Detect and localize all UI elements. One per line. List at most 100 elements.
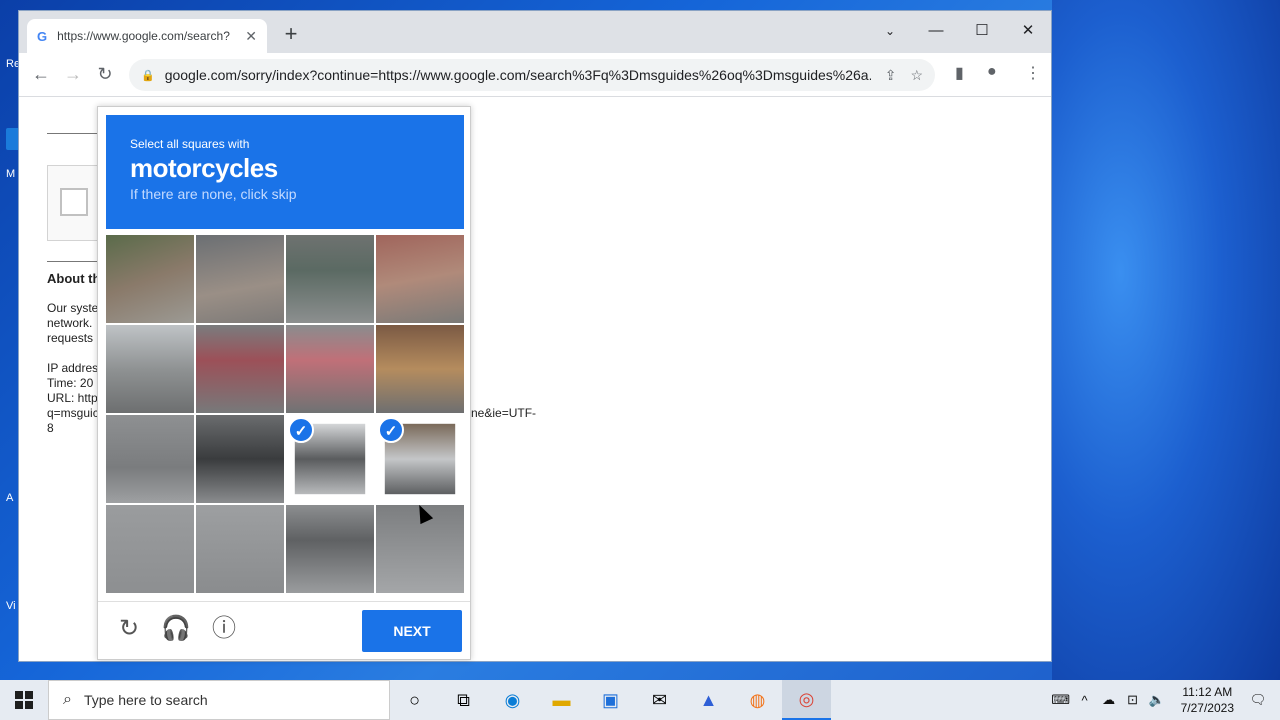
- close-tab-icon[interactable]: ✕: [245, 28, 257, 45]
- captcha-tile[interactable]: [196, 415, 284, 503]
- captcha-tile[interactable]: [286, 325, 374, 413]
- reload-challenge-icon[interactable]: ↻: [114, 614, 144, 644]
- side-panel-icon[interactable]: ▮: [955, 63, 964, 83]
- address-bar[interactable]: 🔒 google.com/sorry/index?continue=https:…: [129, 59, 935, 91]
- mail-icon[interactable]: ✉: [635, 680, 684, 720]
- image-grid: ✓ ✓: [106, 235, 464, 593]
- system-tray: ⌨ ^ ☁ ⊡ 🔈 11:12 AM 7/27/2023 🗨: [1049, 680, 1280, 720]
- desktop-label: Vi: [6, 600, 16, 612]
- search-placeholder: Type here to search: [83, 692, 208, 708]
- desktop-background: [1052, 0, 1280, 680]
- lock-icon[interactable]: 🔒: [141, 69, 155, 82]
- page-text: IP addres: [47, 361, 99, 375]
- cortana-icon[interactable]: ○: [390, 680, 439, 720]
- tab-title: https://www.google.com/search?: [57, 29, 230, 43]
- page-text: ne&ie=UTF-: [471, 406, 537, 420]
- captcha-tile[interactable]: [106, 415, 194, 503]
- share-icon[interactable]: ⇪: [885, 67, 897, 84]
- challenge-header: Select all squares with motorcycles If t…: [106, 115, 464, 229]
- firefox-icon[interactable]: ◍: [733, 680, 782, 720]
- edge-icon[interactable]: ◉: [488, 680, 537, 720]
- store-icon[interactable]: ▣: [586, 680, 635, 720]
- challenge-hint: If there are none, click skip: [130, 186, 297, 202]
- challenge-target: motorcycles: [130, 153, 278, 183]
- bookmark-star-icon[interactable]: ☆: [910, 67, 923, 84]
- task-view-icon[interactable]: ⧉: [439, 680, 488, 720]
- next-button[interactable]: NEXT: [362, 610, 462, 652]
- info-icon[interactable]: ⓘ: [209, 614, 239, 644]
- recaptcha-challenge: Select all squares with motorcycles If t…: [97, 106, 471, 660]
- app-icon[interactable]: ▲: [684, 680, 733, 720]
- browser-tab[interactable]: G https://www.google.com/search? ✕: [27, 19, 267, 53]
- captcha-tile[interactable]: [196, 235, 284, 323]
- captcha-tile[interactable]: [106, 235, 194, 323]
- page-text: requests: [47, 331, 94, 345]
- page-text: Time: 20: [47, 376, 94, 390]
- tile-image: [106, 235, 194, 323]
- reload-button[interactable]: ↻: [89, 64, 121, 85]
- taskbar-search-box[interactable]: ⌕ Type here to search: [48, 680, 390, 720]
- clock-date: 7/27/2023: [1180, 701, 1234, 715]
- tile-image: [106, 505, 194, 593]
- tile-image: [286, 235, 374, 323]
- page-text: q=msguic: [47, 406, 99, 420]
- new-tab-button[interactable]: +: [279, 21, 303, 47]
- taskbar: ⌕ Type here to search ○ ⧉ ◉ ▬ ▣ ✉ ▲ ◍ ◎ …: [0, 680, 1280, 720]
- captcha-tile[interactable]: [196, 325, 284, 413]
- profile-avatar-icon[interactable]: ●: [987, 63, 997, 81]
- captcha-tile[interactable]: [106, 505, 194, 593]
- windows-logo-icon: [15, 691, 33, 709]
- browser-toolbar: ← → ↻ 🔒 google.com/sorry/index?continue=…: [19, 53, 1051, 97]
- google-favicon-icon: G: [37, 28, 48, 44]
- tab-strip: G https://www.google.com/search? ✕ + ⌄ —…: [19, 11, 1051, 53]
- tile-image: [196, 325, 284, 413]
- back-button[interactable]: ←: [25, 64, 57, 85]
- forward-button[interactable]: →: [57, 64, 89, 85]
- chevron-up-icon[interactable]: ^: [1073, 693, 1097, 708]
- clock[interactable]: 11:12 AM 7/27/2023: [1181, 684, 1234, 716]
- menu-kebab-icon[interactable]: ⋮: [1025, 63, 1041, 83]
- close-window-button[interactable]: ✕: [1005, 17, 1051, 45]
- network-icon[interactable]: ⊡: [1121, 692, 1145, 708]
- captcha-tile[interactable]: [286, 235, 374, 323]
- tile-image: [106, 415, 194, 503]
- tile-image: [376, 325, 464, 413]
- page-text: network.: [47, 316, 93, 330]
- maximize-button[interactable]: ☐: [959, 17, 1005, 45]
- start-button[interactable]: [0, 680, 48, 720]
- checkmark-icon: ✓: [378, 417, 404, 443]
- audio-challenge-icon[interactable]: 🎧: [161, 614, 191, 644]
- notification-icon[interactable]: 🗨: [1246, 692, 1270, 708]
- tile-image: [196, 235, 284, 323]
- clock-time: 11:12 AM: [1182, 685, 1233, 699]
- about-heading: About th: [47, 271, 101, 286]
- volume-muted-icon[interactable]: 🔈: [1145, 692, 1169, 708]
- desktop-label: A: [6, 492, 14, 504]
- captcha-tile[interactable]: [376, 235, 464, 323]
- challenge-instruction: Select all squares with: [130, 137, 250, 151]
- desktop-label: M: [6, 168, 16, 180]
- tab-search-icon[interactable]: ⌄: [867, 17, 913, 45]
- page-text: Our syste: [47, 301, 99, 315]
- tile-image: [106, 325, 194, 413]
- captcha-tile[interactable]: ✓: [376, 415, 464, 503]
- tile-image: [196, 505, 284, 593]
- page-text: 8: [47, 421, 54, 435]
- captcha-tile[interactable]: [106, 325, 194, 413]
- keyboard-icon[interactable]: ⌨: [1049, 692, 1073, 708]
- tile-image: [196, 415, 284, 503]
- file-explorer-icon[interactable]: ▬: [537, 680, 586, 720]
- onedrive-icon[interactable]: ☁: [1097, 692, 1121, 708]
- minimize-button[interactable]: —: [913, 17, 959, 45]
- search-icon: ⌕: [63, 691, 72, 708]
- captcha-tile[interactable]: ✓: [286, 415, 374, 503]
- not-robot-checkbox[interactable]: [60, 188, 88, 216]
- page-text: URL: http: [47, 391, 98, 405]
- captcha-tile[interactable]: [376, 325, 464, 413]
- captcha-tile[interactable]: [196, 505, 284, 593]
- url-text[interactable]: google.com/sorry/index?continue=https://…: [165, 67, 871, 83]
- captcha-tile[interactable]: [286, 505, 374, 593]
- challenge-footer: ↻ 🎧 ⓘ NEXT: [98, 601, 470, 659]
- tile-image: [286, 505, 374, 593]
- chrome-icon[interactable]: ◎: [782, 680, 831, 720]
